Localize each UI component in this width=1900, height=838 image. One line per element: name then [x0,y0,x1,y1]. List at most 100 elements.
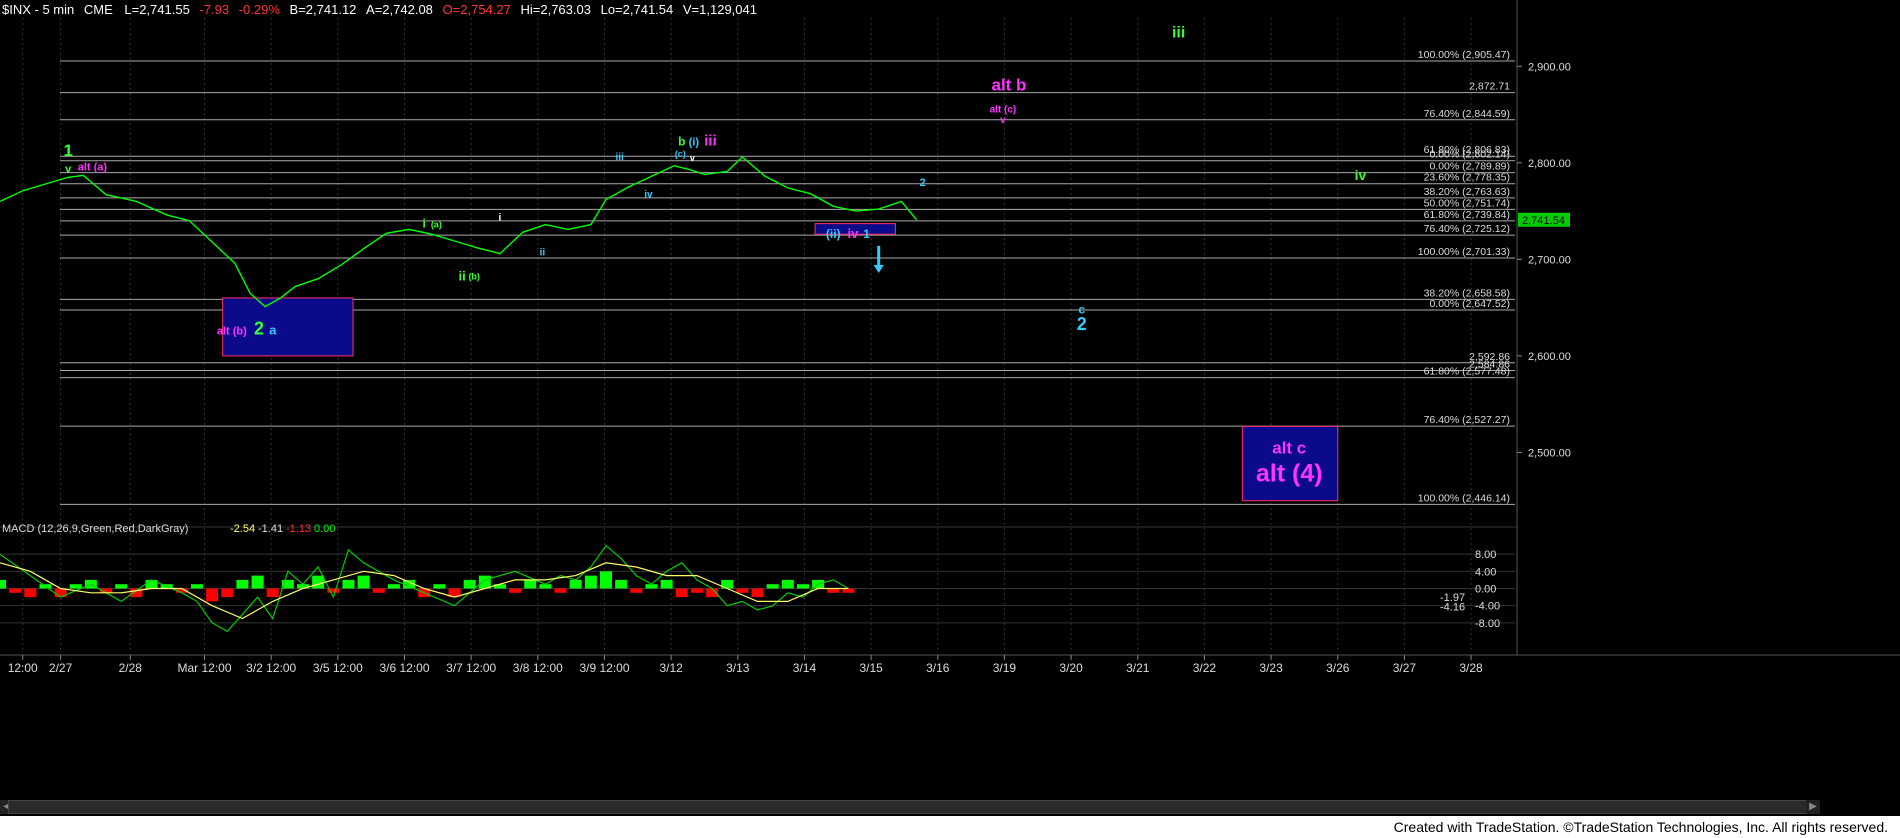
x-tick-label: 3/7 12:00 [446,661,496,675]
wave-label: iv [848,226,860,241]
wave-label: iv [644,190,653,201]
x-tick-label: 3/12 [659,661,683,675]
macd-hist-bar [433,584,446,589]
macd-hist-bar [312,575,325,589]
macd-hist-bar [660,579,673,589]
fib-label: 2,872.71 [1469,81,1510,93]
macd-value: -1.13 [286,523,311,535]
fib-label: 100.00% (2,905.47) [1418,49,1510,61]
wave-label: ii [458,269,465,284]
volume: V=1,129,041 [682,2,757,17]
x-tick-label: 3/15 [859,661,883,675]
macd-hist-bar [24,588,37,598]
macd-tick-label: -8.00 [1475,618,1500,630]
macd-label: MACD (12,26,9,Green,Red,DarkGray) [2,523,188,535]
macd-hist-bar [478,575,491,589]
horizontal-scrollbar[interactable] [8,800,1810,814]
x-tick-label: 3/14 [793,661,817,675]
wave-label: iii [615,152,624,163]
macd-readout: -4.16 [1440,601,1465,613]
macd-tick-label: 8.00 [1475,549,1496,561]
macd-hist-bar [266,588,279,598]
x-tick-label: 2/28 [119,661,143,675]
y-tick-label: 2,900.00 [1528,61,1571,73]
wave-label: (c) [675,149,686,159]
fib-label: 61.80% (2,739.84) [1424,209,1510,221]
last-price: L=2,741.55 [124,2,190,17]
wave-label: alt (a) [78,162,108,174]
x-tick-label: 3/2 12:00 [246,661,296,675]
wave-label: b [678,134,685,148]
wave-label: iii [704,132,717,149]
y-tick-label: 2,800.00 [1528,158,1571,170]
x-tick-label: 3/26 [1326,661,1350,675]
x-tick-label: 3/5 12:00 [313,661,363,675]
macd-hist-bar [0,579,6,589]
macd-hist-bar [690,588,703,593]
x-tick-label: 3/22 [1193,661,1217,675]
macd-value: -1.41 [258,523,283,535]
wave-label: a [269,323,277,338]
macd-hist-bar [751,588,764,598]
macd-hist-bar [600,571,612,589]
macd-hist-bar [190,584,203,589]
fib-label: 0.00% (2,802.14) [1429,149,1510,161]
wave-label: v [65,163,72,175]
wave-label: iii [1172,24,1185,41]
fib-label: 38.20% (2,763.63) [1424,186,1510,198]
macd-hist-bar [236,579,249,589]
price-series-line [0,156,918,308]
wave-label: ii [540,247,546,258]
scroll-right-arrow[interactable]: ▶ [1806,800,1820,814]
macd-hist-bar [463,579,476,589]
macd-hist-bar [584,575,597,589]
macd-hist-bar [569,579,582,589]
down-arrow-head [873,265,884,273]
x-tick-label: 3/21 [1126,661,1150,675]
macd-hist-bar [372,588,385,593]
wave-label: i [423,216,426,230]
fib-label: 76.40% (2,527.27) [1424,414,1510,426]
wave-label: (a) [431,219,442,229]
macd-hist-bar [115,584,128,589]
fib-label: 0.00% (2,647.52) [1429,298,1510,310]
macd-hist-bar [766,584,779,589]
macd-hist-bar [342,579,355,589]
y-tick-label: 2,500.00 [1528,447,1571,459]
wave-label: (i) [689,136,700,148]
wave-label: i [499,213,502,224]
wave-label: 2 [254,319,264,339]
high-price: Hi=2,763.03 [520,2,591,17]
exchange-label: CME [83,2,113,17]
x-tick-label: 3/28 [1459,661,1483,675]
symbol-label: $INX - 5 min [2,2,75,17]
macd-value: -2.54 [230,523,255,535]
bid-price: B=2,741.12 [289,2,357,17]
box-label: alt c [1272,438,1306,457]
wave-label: 2 [1077,314,1087,334]
chart-svg: 100.00% (2,905.47) 2,872.71 76.40% (2,844.… [0,0,1900,675]
fib-label: 50.00% (2,751.74) [1424,197,1510,209]
wave-label: (ii) [826,227,841,241]
x-tick-label: 3/13 [726,661,750,675]
wave-label: alt b [992,75,1027,94]
macd-hist-bar [357,575,370,589]
x-tick-label: 3/27 [1393,661,1417,675]
open-price: O=2,754.27 [442,2,511,17]
scroll-thumb[interactable] [9,801,1809,813]
macd-hist-bar [842,588,855,593]
wave-label: 1 [63,141,72,160]
macd-hist-bar [781,579,794,589]
x-tick-label: 3/6 12:00 [379,661,429,675]
copyright-footer: Created with TradeStation. ©TradeStation… [1393,819,1888,835]
wave-label: 1 [863,227,870,241]
macd-value: 0.00 [314,523,335,535]
ask-price: A=2,742.08 [366,2,433,17]
macd-hist-bar [675,588,688,598]
x-tick-label: 2/27 [49,661,73,675]
macd-hist-bar [827,588,840,593]
low-price: Lo=2,741.54 [600,2,674,17]
x-tick-label: 3/9 12:00 [579,661,629,675]
x-tick-label: 3/8 12:00 [513,661,563,675]
macd-hist-bar [736,588,749,593]
